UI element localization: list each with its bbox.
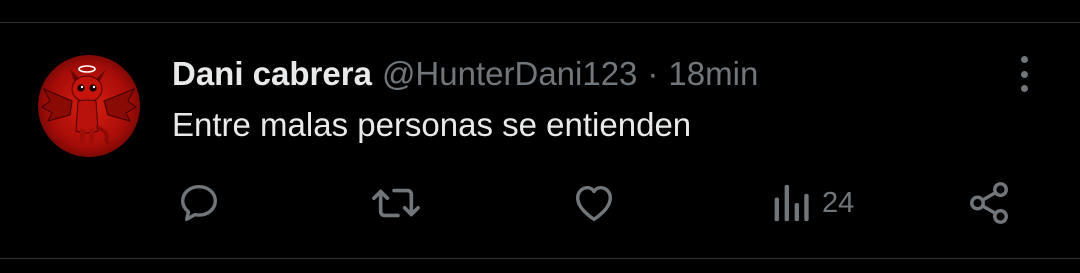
reply-button[interactable] (176, 180, 222, 226)
share-icon (970, 182, 1008, 224)
more-options-button[interactable] (1012, 56, 1036, 92)
heart-icon (575, 185, 613, 222)
tweet-header: Dani cabrera @HunterDani123 · 18min (172, 54, 758, 94)
retweet-icon (372, 188, 420, 218)
share-button[interactable] (966, 180, 1012, 226)
header-separator: · (647, 55, 659, 92)
reply-icon (180, 184, 218, 222)
tweet-text: Entre malas personas se entienden (172, 106, 692, 143)
like-button[interactable] (570, 180, 618, 226)
views-count: 24 (822, 186, 855, 219)
more-options-icon-dot (1020, 85, 1028, 92)
more-options-icon (1020, 56, 1028, 63)
views-button[interactable]: 24 (772, 180, 854, 226)
retweet-button[interactable] (371, 180, 421, 226)
top-divider (0, 22, 1080, 23)
avatar[interactable] (38, 55, 140, 157)
views-icon (774, 184, 809, 222)
author-handle[interactable]: @HunterDani123 (382, 55, 637, 93)
bottom-divider (0, 258, 1080, 259)
more-options-icon-dot (1020, 70, 1028, 78)
devil-avatar-icon (41, 65, 137, 145)
author-name[interactable]: Dani cabrera (172, 55, 372, 93)
timestamp[interactable]: 18min (668, 55, 758, 93)
